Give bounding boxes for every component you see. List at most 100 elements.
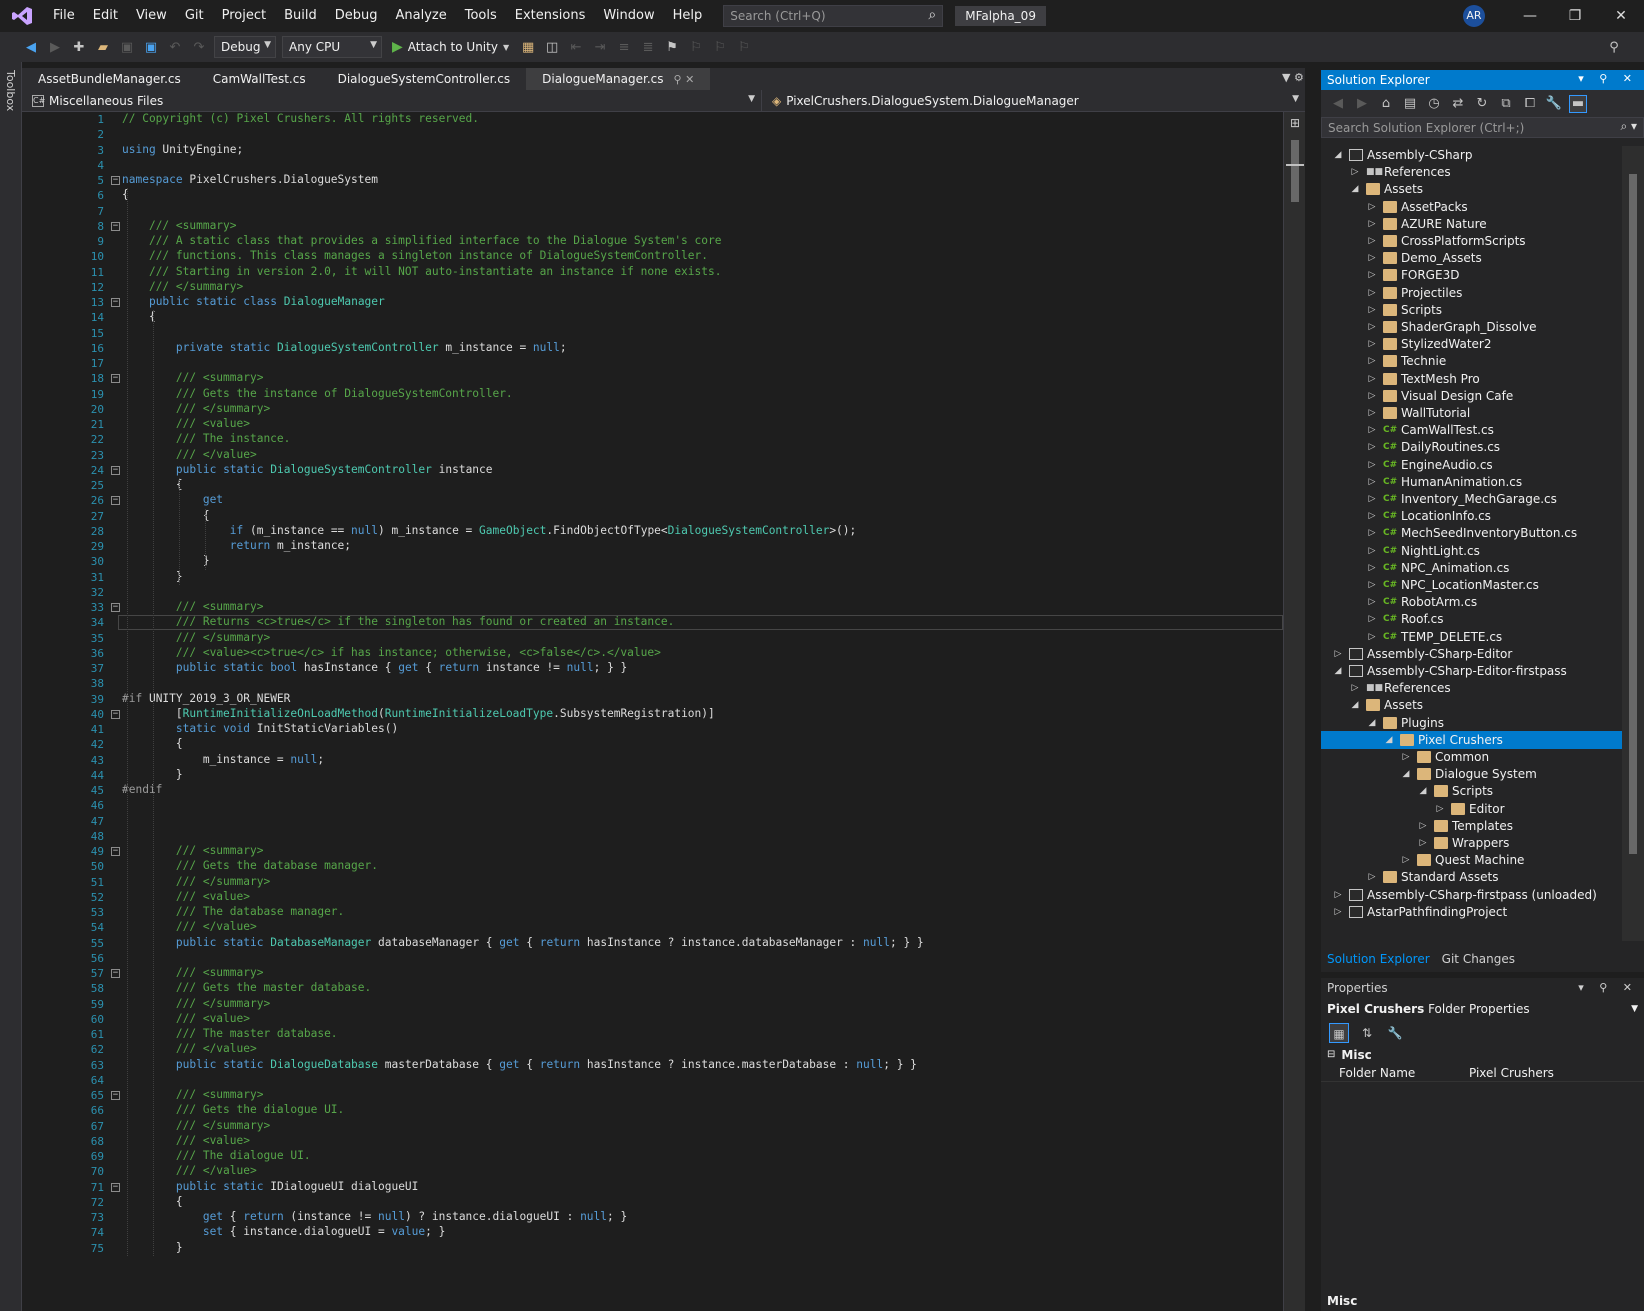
fold-toggle-icon[interactable]: − [111,221,120,231]
tree-item[interactable]: ◢ Dialogue System [1321,765,1622,783]
properties-category[interactable]: ⊟ Misc [1321,1046,1644,1064]
home-icon[interactable]: ⌂ [1377,95,1395,113]
collapsed-arrow-icon[interactable]: ▷ [1418,817,1428,835]
code-line[interactable]: /// A static class that provides a simpl… [122,234,722,247]
avatar[interactable]: AR [1463,5,1485,27]
tab-camwalltest-cs[interactable]: CamWallTest.cs [197,68,322,90]
collapsed-arrow-icon[interactable]: ▷ [1367,559,1377,577]
collapsed-arrow-icon[interactable]: ▷ [1367,456,1377,474]
back-icon[interactable]: ◀ [22,38,40,56]
code-line[interactable]: public static IDialogueUI dialogueUI [122,1180,419,1193]
back-icon[interactable]: ◀ [1329,95,1347,113]
properties-object-selector[interactable]: Pixel Crushers Folder Properties ▼ [1321,998,1644,1020]
tree-item[interactable]: ▷ C# EngineAudio.cs [1321,456,1622,474]
attach-to-unity-button[interactable]: ▶ Attach to Unity ▼ [388,39,513,55]
code-editor[interactable]: 1 // Copyright (c) Pixel Crushers. All ri… [22,112,1305,1311]
code-line[interactable]: /// functions. This class manages a sing… [122,249,708,262]
code-line[interactable]: /// <value> [122,890,250,903]
outdent-icon[interactable]: ≣ [639,38,657,56]
code-line[interactable]: public static class DialogueManager [122,295,385,308]
fold-toggle-icon[interactable]: − [111,603,120,612]
code-line[interactable]: { [122,509,210,522]
collapsed-arrow-icon[interactable]: ▷ [1401,851,1411,869]
tree-item[interactable]: ▷ C# DailyRoutines.cs [1321,438,1622,456]
tree-item[interactable]: ▷ TextMesh Pro [1321,370,1622,388]
menu-item-help[interactable]: Help [664,0,712,32]
tab-git-changes[interactable]: Git Changes [1436,949,1521,969]
collapsed-arrow-icon[interactable]: ▷ [1367,507,1377,525]
restore-icon[interactable]: ❐ [1552,0,1598,32]
screenshot-icon[interactable]: ◫ [543,38,561,56]
tree-item[interactable]: ▷ WallTutorial [1321,404,1622,422]
close-icon[interactable]: ✕ [1598,0,1644,32]
expanded-arrow-icon[interactable]: ◢ [1333,146,1343,164]
platform-select[interactable]: Any CPU ▼ [282,36,382,58]
code-line[interactable]: using UnityEngine; [122,143,243,156]
switch-views-icon[interactable]: ▤ [1401,95,1419,113]
tree-item[interactable]: ▷ AZURE Nature [1321,215,1622,233]
code-line[interactable]: /// <value> [122,417,250,430]
tab-solution-explorer[interactable]: Solution Explorer [1321,949,1436,969]
code-line[interactable]: // Copyright (c) Pixel Crushers. All rig… [122,112,479,125]
tree-item[interactable]: ▷ ShaderGraph_Dissolve [1321,318,1622,336]
indent-icon[interactable]: ≡ [615,38,633,56]
fold-toggle-icon[interactable]: − [111,298,120,307]
code-line[interactable]: /// <summary> [122,1088,264,1101]
code-line[interactable]: set { instance.dialogueUI = value; } [122,1225,446,1238]
code-line[interactable]: static void InitStaticVariables() [122,722,398,735]
preview-icon[interactable]: ▬ [1569,94,1587,113]
tree-item[interactable]: ▷ C# RobotArm.cs [1321,593,1622,611]
menu-item-window[interactable]: Window [594,0,663,32]
code-line[interactable]: /// <value> [122,1012,250,1025]
collapsed-arrow-icon[interactable]: ▷ [1367,868,1377,886]
code-line[interactable]: /// Gets the database manager. [122,859,378,872]
code-line[interactable]: /// The dialogue UI. [122,1149,311,1162]
code-line[interactable]: /// </value> [122,920,257,933]
indicator-margin[interactable] [22,112,48,1311]
solution-explorer-search-input[interactable]: Search Solution Explorer (Ctrl+;) ⌕ ▾ [1321,117,1644,138]
categorized-icon[interactable]: ▦ [1329,1023,1349,1043]
tree-item[interactable]: ◢ Assets [1321,696,1622,714]
tree-item[interactable]: ▷ ■■ References [1321,679,1622,697]
minimize-icon[interactable]: — [1507,0,1553,32]
code-line[interactable]: /// <summary> [122,371,264,384]
fold-toggle-icon[interactable]: − [111,176,120,185]
project-dropdown[interactable]: C# Miscellaneous Files ▼ [22,90,762,111]
collapsed-arrow-icon[interactable]: ▷ [1367,387,1377,405]
code-line[interactable]: public static bool hasInstance { get { r… [122,661,627,674]
tree-item[interactable]: ▷ Wrappers [1321,834,1622,852]
tree-item[interactable]: ▷ C# NightLight.cs [1321,542,1622,560]
collapsed-arrow-icon[interactable]: ▷ [1367,370,1377,388]
menu-item-extensions[interactable]: Extensions [506,0,595,32]
collapsed-arrow-icon[interactable]: ▷ [1435,800,1445,818]
tree-item[interactable]: ◢ Assembly-CSharp-Editor-firstpass [1321,662,1622,680]
code-line[interactable]: } [122,554,210,567]
collapsed-arrow-icon[interactable]: ▷ [1367,284,1377,302]
collapsed-arrow-icon[interactable]: ▷ [1367,198,1377,216]
code-line[interactable]: public static DialogueDatabase masterDat… [122,1058,917,1071]
panel-controls-icon[interactable]: ▾ ⚲ ✕ [1578,72,1638,85]
open-folder-icon[interactable]: ▰ [94,38,112,56]
property-pages-icon[interactable]: 🔧 [1385,1023,1405,1043]
tree-item[interactable]: ▷ Standard Assets [1321,868,1622,886]
tree-item[interactable]: ▷ CrossPlatformScripts [1321,232,1622,250]
new-project-icon[interactable]: ✚ [70,38,88,56]
code-line[interactable]: /// The master database. [122,1027,338,1040]
code-line[interactable]: return m_instance; [122,539,351,552]
code-line[interactable]: /// </summary> [122,875,270,888]
collapsed-arrow-icon[interactable]: ▷ [1367,404,1377,422]
expanded-arrow-icon[interactable]: ◢ [1350,696,1360,714]
tab-assetbundlemanager-cs[interactable]: AssetBundleManager.cs [22,68,197,90]
tree-item[interactable]: ▷ Quest Machine [1321,851,1622,869]
code-line[interactable]: /// </value> [122,448,257,461]
collapsed-arrow-icon[interactable]: ▷ [1367,490,1377,508]
menu-item-build[interactable]: Build [275,0,326,32]
prev-bookmark-icon[interactable]: ⚐ [687,38,705,56]
expanded-arrow-icon[interactable]: ◢ [1418,782,1428,800]
menu-item-edit[interactable]: Edit [84,0,127,32]
collapsed-arrow-icon[interactable]: ▷ [1418,834,1428,852]
tree-item[interactable]: ▷ ■■ References [1321,163,1622,181]
tree-item[interactable]: ▷ Templates [1321,817,1622,835]
menu-item-project[interactable]: Project [213,0,275,32]
expanded-arrow-icon[interactable]: ◢ [1333,662,1343,680]
